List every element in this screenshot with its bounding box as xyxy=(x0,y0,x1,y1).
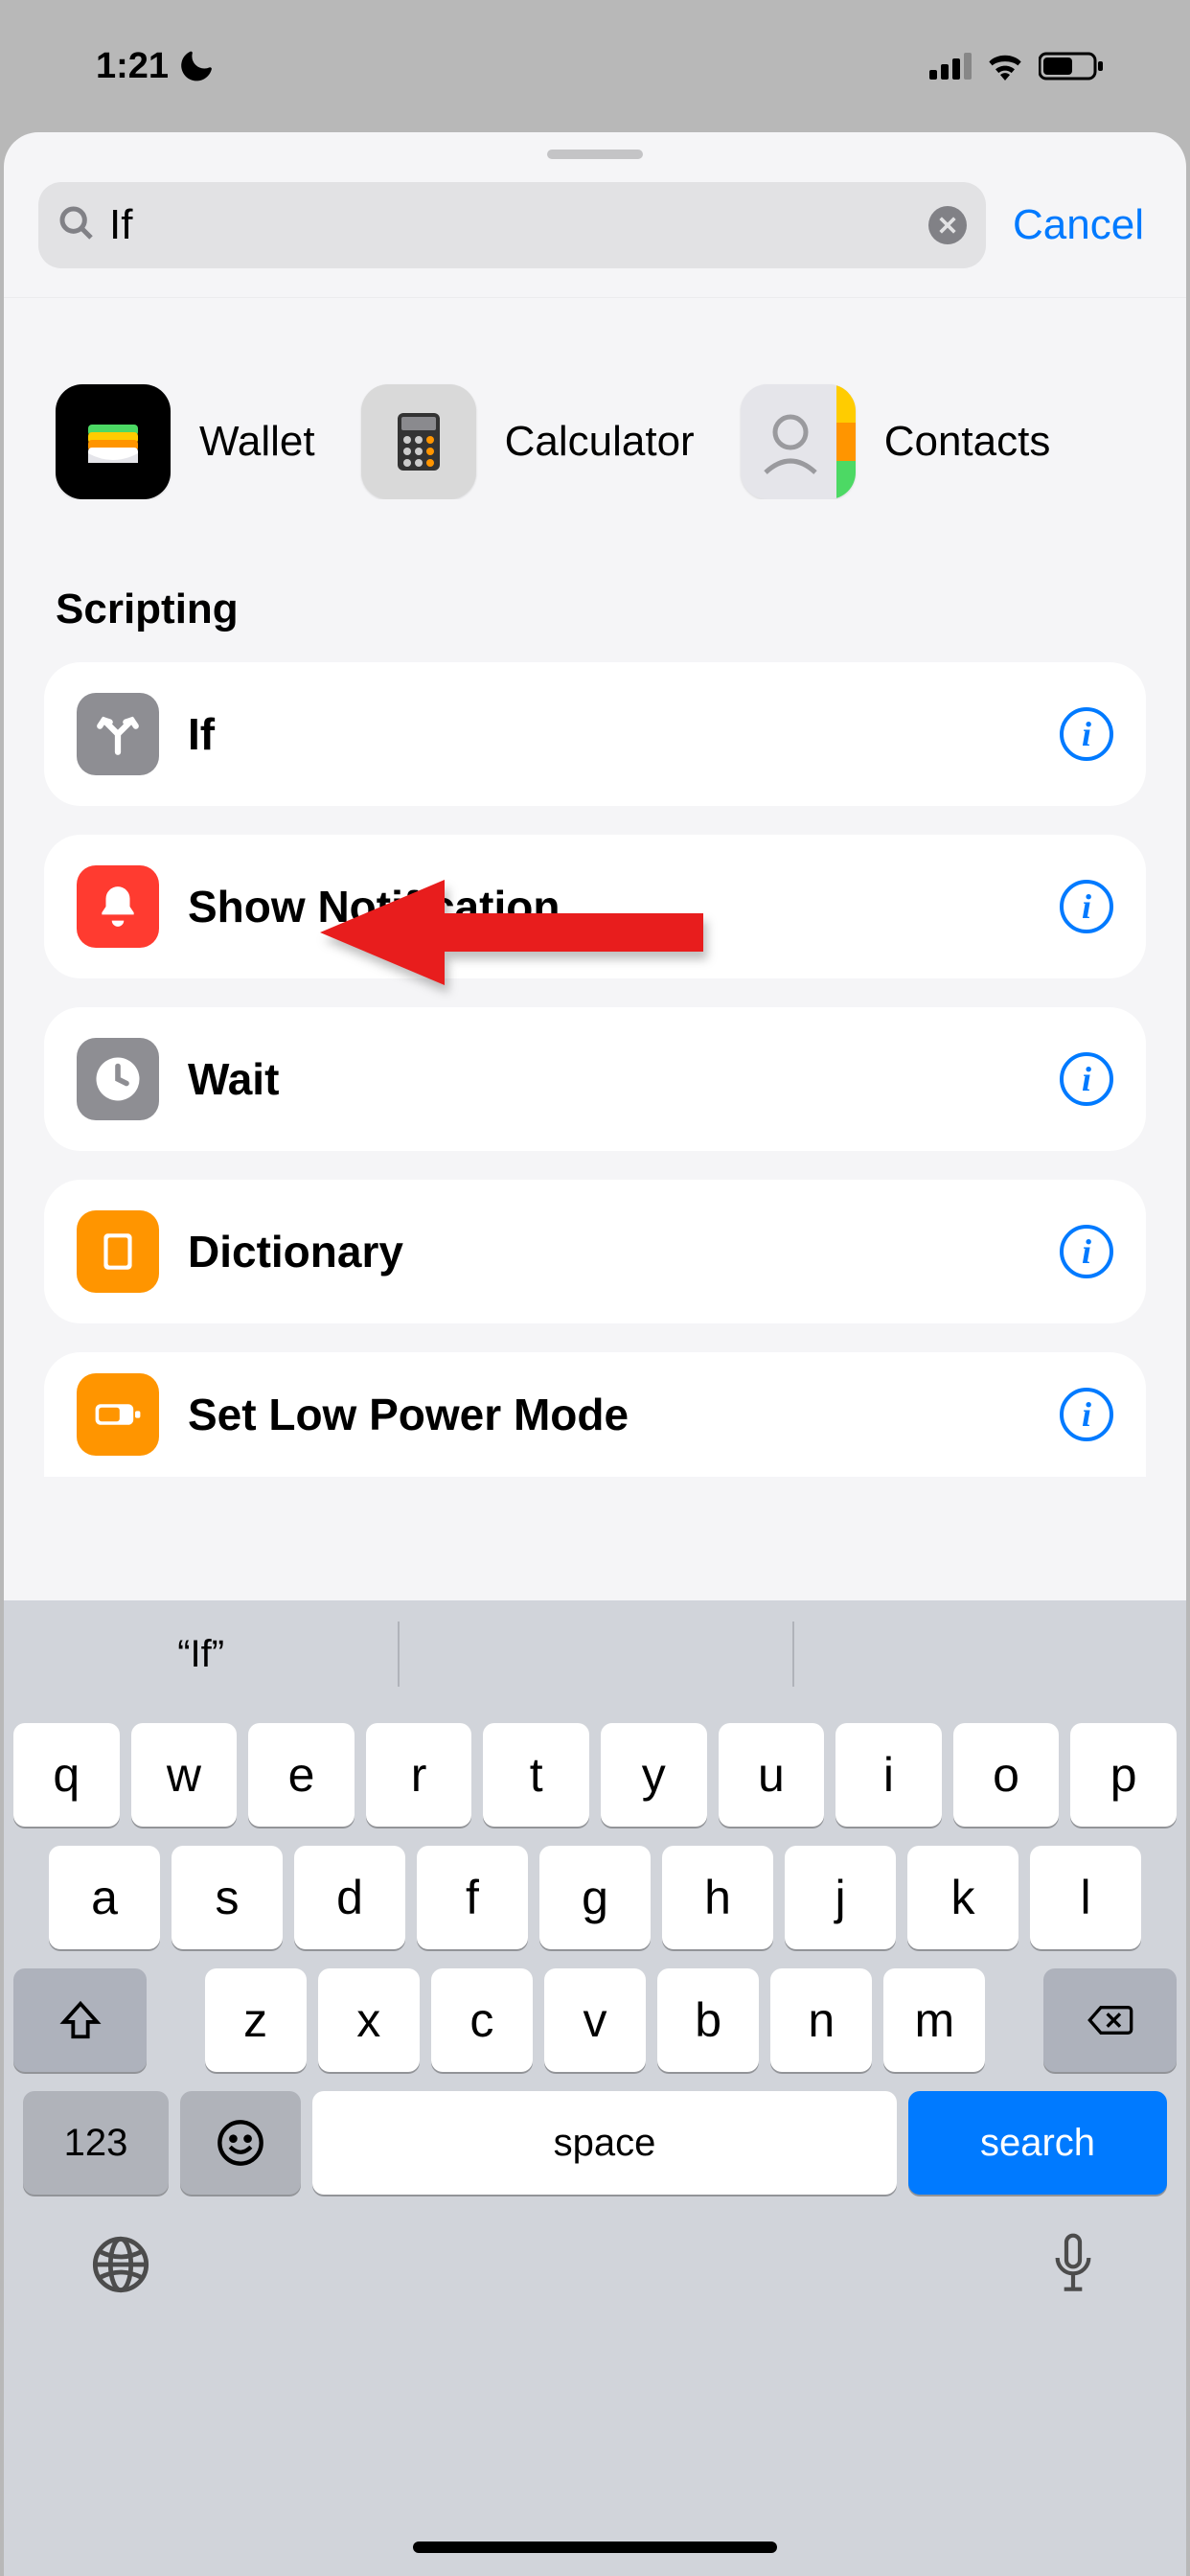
key-row-3: z x c v b n m xyxy=(13,1968,1177,2072)
key-p[interactable]: p xyxy=(1070,1723,1177,1827)
suggestion-2[interactable] xyxy=(398,1600,791,1708)
key-e[interactable]: e xyxy=(248,1723,355,1827)
key-t[interactable]: t xyxy=(483,1723,589,1827)
search-field[interactable] xyxy=(38,182,986,268)
key-y[interactable]: y xyxy=(601,1723,707,1827)
clock-icon xyxy=(77,1038,159,1120)
info-button[interactable]: i xyxy=(1060,880,1113,933)
key-row-1: q w e r t y u i o p xyxy=(13,1723,1177,1827)
key-u[interactable]: u xyxy=(719,1723,825,1827)
cancel-button[interactable]: Cancel xyxy=(1013,201,1152,249)
status-time: 1:21 xyxy=(96,46,169,87)
app-item-wallet[interactable]: Wallet xyxy=(56,384,315,499)
dictation-icon[interactable] xyxy=(1046,2231,1100,2303)
app-item-calculator[interactable]: Calculator xyxy=(361,384,695,499)
app-label: Calculator xyxy=(505,418,695,466)
annotation-arrow-icon xyxy=(320,875,703,990)
key-row-4: 123 space search xyxy=(13,2091,1177,2195)
suggestion-bar: “If” xyxy=(4,1600,1186,1708)
branch-icon xyxy=(77,693,159,775)
key-q[interactable]: q xyxy=(13,1723,120,1827)
key-emoji[interactable] xyxy=(180,2091,301,2195)
info-button[interactable]: i xyxy=(1060,1388,1113,1441)
key-b[interactable]: b xyxy=(657,1968,759,2072)
app-item-contacts[interactable]: Contacts xyxy=(741,384,1051,499)
status-bar: 1:21 xyxy=(0,0,1190,132)
key-w[interactable]: w xyxy=(131,1723,238,1827)
info-button[interactable]: i xyxy=(1060,707,1113,761)
suggestion-3[interactable] xyxy=(792,1600,1186,1708)
clear-search-button[interactable] xyxy=(928,206,967,244)
wallet-icon xyxy=(56,384,171,499)
contacts-icon xyxy=(741,384,856,499)
key-n[interactable]: n xyxy=(770,1968,872,2072)
action-title: Dictionary xyxy=(188,1226,1031,1277)
key-shift[interactable] xyxy=(13,1968,147,2072)
key-v[interactable]: v xyxy=(544,1968,646,2072)
key-search[interactable]: search xyxy=(908,2091,1167,2195)
info-button[interactable]: i xyxy=(1060,1225,1113,1278)
app-label: Contacts xyxy=(884,418,1051,466)
home-indicator[interactable] xyxy=(413,2542,777,2553)
cellular-signal-icon xyxy=(929,53,972,80)
search-input[interactable] xyxy=(109,201,915,249)
key-d[interactable]: d xyxy=(294,1846,405,1949)
apps-row: Wallet Calculator Contacts xyxy=(4,298,1186,499)
action-dictionary[interactable]: Dictionary i xyxy=(44,1180,1146,1323)
action-title: If xyxy=(188,708,1031,760)
key-f[interactable]: f xyxy=(417,1846,528,1949)
key-g[interactable]: g xyxy=(539,1846,651,1949)
notification-icon xyxy=(77,865,159,948)
action-set-low-power-mode[interactable]: Set Low Power Mode i xyxy=(44,1352,1146,1477)
battery-icon xyxy=(1039,51,1104,81)
search-icon xyxy=(57,204,96,247)
section-header-scripting: Scripting xyxy=(4,499,1186,662)
action-title: Wait xyxy=(188,1053,1031,1105)
do-not-disturb-icon xyxy=(178,48,215,84)
key-h[interactable]: h xyxy=(662,1846,773,1949)
wifi-icon xyxy=(985,52,1025,80)
keyboard: “If” q w e r t y u i o p a s d f g xyxy=(4,1600,1186,2576)
sheet-grabber[interactable] xyxy=(547,150,643,159)
globe-icon[interactable] xyxy=(90,2234,151,2300)
key-space[interactable]: space xyxy=(312,2091,897,2195)
action-wait[interactable]: Wait i xyxy=(44,1007,1146,1151)
dictionary-icon xyxy=(77,1210,159,1293)
action-title: Set Low Power Mode xyxy=(188,1389,1031,1440)
key-z[interactable]: z xyxy=(205,1968,307,2072)
key-c[interactable]: c xyxy=(431,1968,533,2072)
action-if[interactable]: If i xyxy=(44,662,1146,806)
calculator-icon xyxy=(361,384,476,499)
actions-list: If i Show Notification i Wait i Dictiona… xyxy=(4,662,1186,1477)
key-l[interactable]: l xyxy=(1030,1846,1141,1949)
key-r[interactable]: r xyxy=(366,1723,472,1827)
key-row-2: a s d f g h j k l xyxy=(13,1846,1177,1949)
app-label: Wallet xyxy=(199,418,315,466)
key-k[interactable]: k xyxy=(907,1846,1018,1949)
key-j[interactable]: j xyxy=(785,1846,896,1949)
key-i[interactable]: i xyxy=(835,1723,942,1827)
key-a[interactable]: a xyxy=(49,1846,160,1949)
key-o[interactable]: o xyxy=(953,1723,1060,1827)
suggestion-1[interactable]: “If” xyxy=(4,1600,398,1708)
key-x[interactable]: x xyxy=(318,1968,420,2072)
key-numbers[interactable]: 123 xyxy=(23,2091,169,2195)
key-delete[interactable] xyxy=(1043,1968,1177,2072)
battery-icon xyxy=(77,1373,159,1456)
key-m[interactable]: m xyxy=(883,1968,985,2072)
action-search-sheet: Cancel Wallet Calculator Contacts Script… xyxy=(4,132,1186,2576)
key-s[interactable]: s xyxy=(172,1846,283,1949)
info-button[interactable]: i xyxy=(1060,1052,1113,1106)
